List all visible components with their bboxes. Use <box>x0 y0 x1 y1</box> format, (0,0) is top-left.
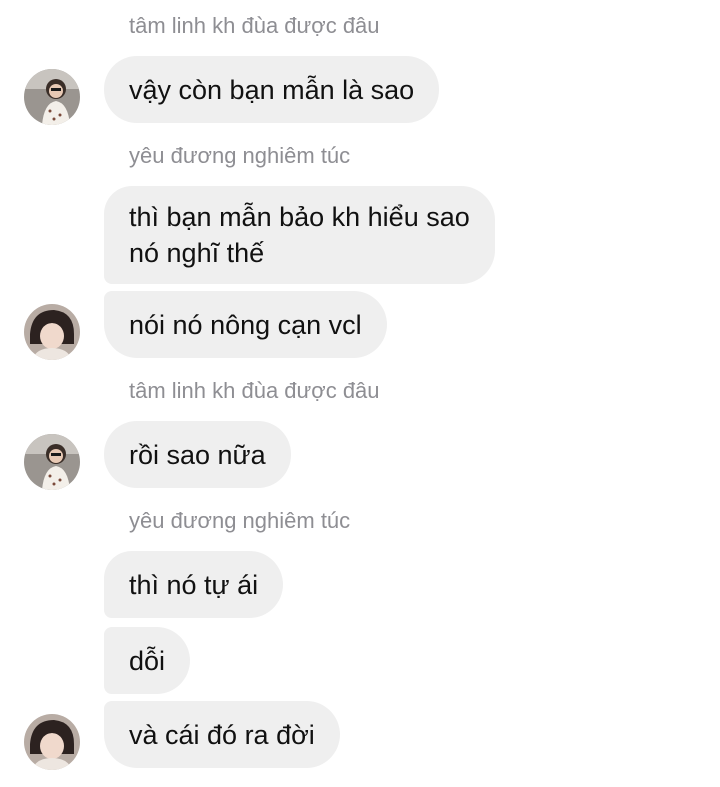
message-bubble[interactable]: và cái đó ra đời <box>104 701 340 768</box>
sender-name: yêu đương nghiêm túc <box>129 143 351 168</box>
message-bubble[interactable]: nói nó nông cạn vcl <box>104 291 387 358</box>
avatar[interactable] <box>24 714 80 770</box>
message-text: vậy còn bạn mẫn là sao <box>129 74 415 105</box>
message-bubble[interactable]: rồi sao nữa <box>104 421 291 488</box>
message-text: dỗi <box>129 645 166 676</box>
message-text: nói nó nông cạn vcl <box>129 309 362 340</box>
avatar-image <box>24 434 80 490</box>
sender-name: tâm linh kh đùa được đâu <box>129 378 380 403</box>
message-bubble[interactable]: dỗi <box>104 627 191 694</box>
avatar[interactable] <box>24 69 80 125</box>
message-bubble[interactable]: thì nó tự ái <box>104 551 284 618</box>
message-text-line: nó nghĩ thế <box>129 238 265 268</box>
message-text: rồi sao nữa <box>129 439 266 470</box>
avatar-image <box>24 304 80 360</box>
avatar[interactable] <box>24 434 80 490</box>
avatar[interactable] <box>24 304 80 360</box>
message-bubble[interactable]: thì bạn mẫn bảo kh hiểu sao nó nghĩ thế <box>104 186 495 284</box>
sender-name: tâm linh kh đùa được đâu <box>129 13 380 38</box>
avatar-image <box>24 69 80 125</box>
message-text: thì nó tự ái <box>129 569 259 600</box>
sender-name: yêu đương nghiêm túc <box>129 508 351 533</box>
message-text: và cái đó ra đời <box>129 719 315 750</box>
avatar-image <box>24 714 80 770</box>
message-text-line: thì bạn mẫn bảo kh hiểu sao <box>129 202 470 232</box>
message-bubble[interactable]: vậy còn bạn mẫn là sao <box>104 56 440 123</box>
